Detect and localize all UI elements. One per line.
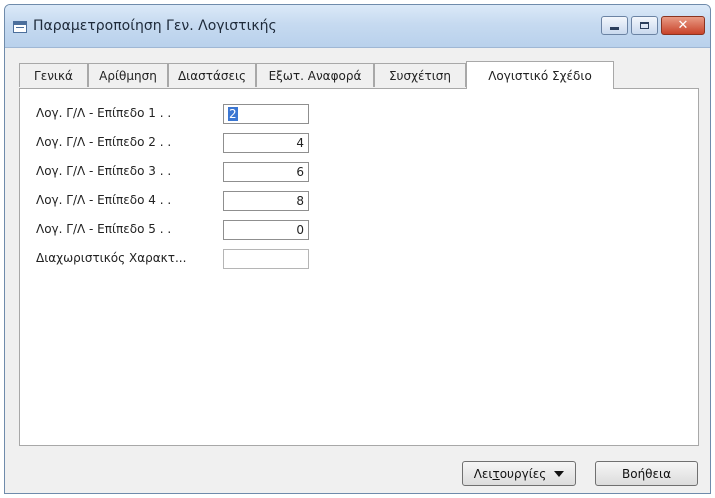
tab-general[interactable]: Γενικά bbox=[19, 63, 88, 87]
gl-level-1-input[interactable]: 2 bbox=[223, 104, 309, 124]
tab-numbering[interactable]: Αρίθμηση bbox=[88, 63, 168, 87]
window-title: Παραμετροποίηση Γεν. Λογιστικής bbox=[33, 18, 277, 34]
close-icon: ✕ bbox=[677, 18, 689, 33]
gl-level-1-value: 2 bbox=[228, 107, 238, 121]
tab-external-reference[interactable]: Εξωτ. Αναφορά bbox=[256, 63, 374, 87]
gl-level-3-input[interactable]: 6 bbox=[223, 162, 309, 182]
maximize-icon bbox=[640, 22, 649, 29]
tab-dimensions[interactable]: Διαστάσεις bbox=[168, 63, 256, 87]
gl-level-2-label: Λογ. Γ/Λ - Επίπεδο 2 . . bbox=[36, 135, 172, 149]
gl-level-4-input[interactable]: 8 bbox=[223, 191, 309, 211]
gl-level-5-label: Λογ. Γ/Λ - Επίπεδο 5 . . bbox=[36, 222, 172, 236]
gl-level-2-input[interactable]: 4 bbox=[223, 133, 309, 153]
tab-panel: Λογ. Γ/Λ - Επίπεδο 1 . . 2 Λογ. Γ/Λ - Επ… bbox=[19, 88, 699, 446]
functions-label-mnemonic: τ bbox=[492, 466, 500, 481]
functions-label-end: ουργίες bbox=[499, 466, 547, 481]
gl-level-4-label: Λογ. Γ/Λ - Επίπεδο 4 . . bbox=[36, 193, 172, 207]
functions-button[interactable]: Λει τ ουργίες bbox=[462, 461, 576, 486]
gl-level-1-label: Λογ. Γ/Λ - Επίπεδο 1 . . bbox=[36, 106, 172, 120]
form-icon bbox=[13, 21, 27, 33]
functions-label-start: Λει bbox=[473, 466, 493, 481]
title-bar[interactable]: Παραμετροποίηση Γεν. Λογιστικής ✕ bbox=[5, 5, 710, 48]
close-button[interactable]: ✕ bbox=[661, 16, 705, 35]
maximize-button[interactable] bbox=[631, 16, 658, 35]
minimize-icon bbox=[610, 27, 619, 30]
tab-chart-of-accounts[interactable]: Λογιστικό Σχέδιο bbox=[466, 61, 614, 89]
gl-level-3-label: Λογ. Γ/Λ - Επίπεδο 3 . . bbox=[36, 164, 172, 178]
dialog-window: Παραμετροποίηση Γεν. Λογιστικής ✕ Γενικά… bbox=[4, 4, 711, 494]
gl-level-5-input[interactable]: 0 bbox=[223, 220, 309, 240]
separator-character-label: Διαχωριστικός Χαρακτ... bbox=[36, 251, 187, 265]
separator-character-input[interactable] bbox=[223, 249, 309, 269]
minimize-button[interactable] bbox=[601, 16, 628, 35]
help-button[interactable]: Βοήθεια bbox=[595, 461, 698, 486]
dropdown-arrow-icon bbox=[554, 470, 565, 477]
tab-correlation[interactable]: Συσχέτιση bbox=[374, 63, 466, 87]
